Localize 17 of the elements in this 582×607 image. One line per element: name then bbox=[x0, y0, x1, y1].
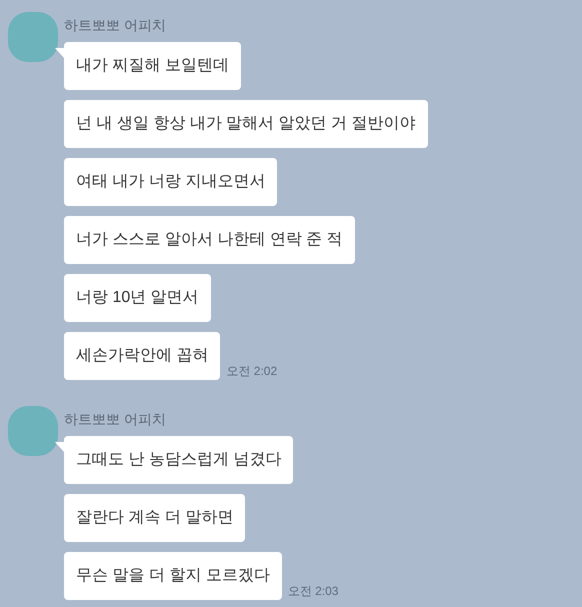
sender-name: 하트뽀뽀 어피치 bbox=[64, 410, 167, 428]
message-time: 오전 2:02 bbox=[226, 364, 278, 378]
bubble-tail-icon bbox=[55, 442, 64, 452]
message-bubble: 너가 스스로 알아서 나한테 연락 준 적 bbox=[64, 216, 355, 264]
bubble-tail-icon bbox=[55, 48, 64, 58]
message-bubble: 그때도 난 농담스럽게 넘겼다 bbox=[64, 436, 294, 484]
message-bubble: 너랑 10년 알면서 bbox=[64, 274, 211, 322]
message-bubble: 무슨 말을 더 할지 모르겠다 bbox=[64, 552, 282, 600]
message-bubble: 내가 찌질해 보일텐데 bbox=[64, 42, 241, 90]
avatar[interactable] bbox=[8, 12, 58, 62]
message-time: 오전 2:03 bbox=[288, 584, 338, 598]
avatar[interactable] bbox=[8, 406, 58, 456]
sender-name: 하트뽀뽀 어피치 bbox=[64, 16, 167, 34]
message-bubble: 여태 내가 너랑 지내오면서 bbox=[64, 158, 278, 206]
message-bubble: 세손가락안에 꼽혀 bbox=[64, 332, 220, 380]
message-bubble: 잘란다 계속 더 말하면 bbox=[64, 494, 246, 542]
message-bubble: 넌 내 생일 항상 내가 말해서 알았던 거 절반이야 bbox=[64, 100, 428, 148]
